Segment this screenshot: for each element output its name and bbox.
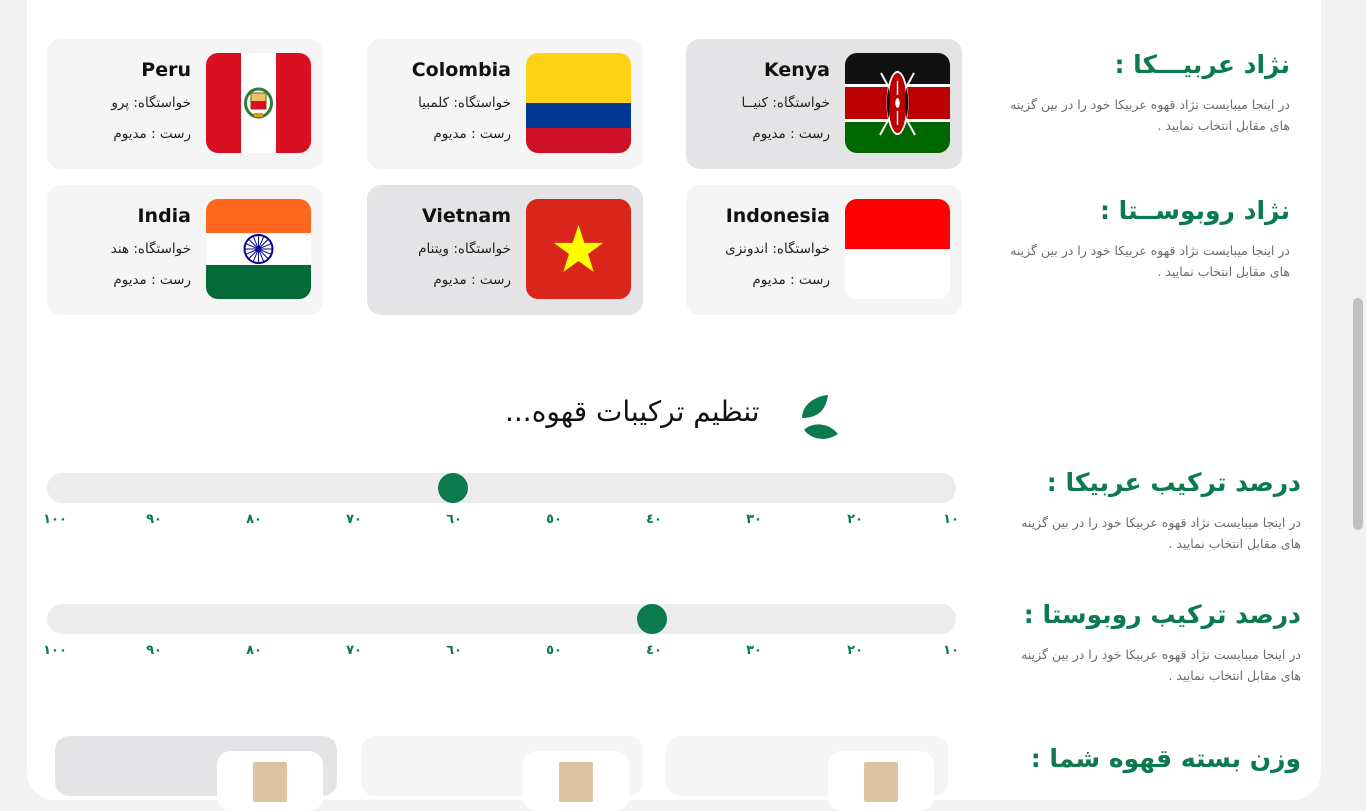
coffee-package-icon bbox=[864, 762, 898, 802]
scale-tick-label: ١٠ bbox=[943, 643, 959, 658]
robusta-race-desc: در اینجا میبایست نژاد قهوه عربیکا خود را… bbox=[1010, 243, 1290, 279]
arabica-percent-desc: در اینجا میبایست نژاد قهوه عربیکا خود را… bbox=[1021, 515, 1301, 551]
scale-tick-label: ٨٠ bbox=[246, 643, 262, 658]
country-card-colombia[interactable]: Colombia خواستگاه: کلمبیا رست : مدیوم bbox=[367, 39, 643, 169]
country-card-indonesia[interactable]: Indonesia خواستگاه: اندونزی رست : مدیوم bbox=[686, 185, 962, 315]
card-roast: رست : مدیوم bbox=[433, 126, 511, 142]
weight-card[interactable] bbox=[666, 736, 948, 811]
arabica-percent-title: درصد ترکیب عربیکا : bbox=[1046, 468, 1301, 497]
scale-tick-label: ١٠٠ bbox=[43, 512, 67, 527]
card-origin: خواستگاه: ویتنام bbox=[418, 241, 511, 257]
card-country-name: India bbox=[137, 205, 191, 227]
scale-tick-label: ٣٠ bbox=[746, 512, 762, 527]
country-card-india[interactable]: India خواستگاه: هند رست : مدیوم bbox=[47, 185, 323, 315]
robusta-percent-desc: در اینجا میبایست نژاد قهوه عربیکا خود را… bbox=[1021, 647, 1301, 683]
weight-card-image bbox=[523, 751, 629, 811]
card-country-name: Indonesia bbox=[725, 205, 830, 227]
arabica-race-title: نژاد عربیـــکا : bbox=[1114, 50, 1290, 79]
india-flag-icon bbox=[206, 199, 311, 299]
robusta-percent-title: درصد ترکیب روبوستا : bbox=[1023, 600, 1301, 629]
scale-tick-label: ٤٠ bbox=[646, 643, 662, 658]
vietnam-flag-icon bbox=[526, 199, 631, 299]
card-country-name: Vietnam bbox=[422, 205, 511, 227]
blend-settings-heading: تنظیم ترکیبات قهوه... bbox=[505, 395, 760, 428]
scale-tick-label: ٢٠ bbox=[847, 643, 863, 658]
country-card-vietnam[interactable]: Vietnam خواستگاه: ویتنام رست : مدیوم bbox=[367, 185, 643, 315]
country-card-peru[interactable]: Peru خواستگاه: پرو رست : مدیوم bbox=[47, 39, 323, 169]
arabica-percent-scale: ١٠٠ ٩٠ ٨٠ ٧٠ ٦٠ ٥٠ ٤٠ ٣٠ ٢٠ ١٠ bbox=[43, 512, 959, 532]
leaf-icon bbox=[798, 392, 840, 446]
card-roast: رست : مدیوم bbox=[433, 272, 511, 288]
colombia-flag-icon bbox=[526, 53, 631, 153]
indonesia-flag-icon bbox=[845, 199, 950, 299]
weight-card-image bbox=[828, 751, 934, 811]
scale-tick-label: ٩٠ bbox=[146, 512, 162, 527]
kenya-flag-icon bbox=[845, 53, 950, 153]
weight-card-image bbox=[217, 751, 323, 811]
page-scrollbar[interactable] bbox=[1350, 0, 1366, 768]
card-origin: خواستگاه: کلمبیا bbox=[418, 95, 511, 111]
card-origin: خواستگاه: اندونزی bbox=[725, 241, 830, 257]
scale-tick-label: ١٠٠ bbox=[43, 643, 67, 658]
robusta-percent-scale: ١٠٠ ٩٠ ٨٠ ٧٠ ٦٠ ٥٠ ٤٠ ٣٠ ٢٠ ١٠ bbox=[43, 643, 959, 663]
weight-card[interactable] bbox=[55, 736, 337, 811]
arabica-percent-slider[interactable] bbox=[47, 473, 956, 503]
scale-tick-label: ٦٠ bbox=[446, 643, 462, 658]
coffee-package-icon bbox=[253, 762, 287, 802]
card-origin: خواستگاه: کنیــا bbox=[741, 95, 830, 111]
coffee-package-icon bbox=[559, 762, 593, 802]
scale-tick-label: ٧٠ bbox=[346, 643, 362, 658]
country-card-kenya[interactable]: Kenya خواستگاه: کنیــا رست : مدیوم bbox=[686, 39, 962, 169]
card-roast: رست : مدیوم bbox=[752, 126, 830, 142]
card-roast: رست : مدیوم bbox=[113, 126, 191, 142]
scale-tick-label: ٢٠ bbox=[847, 512, 863, 527]
scale-tick-label: ٨٠ bbox=[246, 512, 262, 527]
scale-tick-label: ٣٠ bbox=[746, 643, 762, 658]
robusta-percent-slider[interactable] bbox=[47, 604, 956, 634]
card-country-name: Colombia bbox=[411, 59, 511, 81]
scale-tick-label: ٦٠ bbox=[446, 512, 462, 527]
card-roast: رست : مدیوم bbox=[113, 272, 191, 288]
arabica-slider-thumb[interactable] bbox=[438, 473, 469, 503]
scale-tick-label: ٤٠ bbox=[646, 512, 662, 527]
scale-tick-label: ٩٠ bbox=[146, 643, 162, 658]
robusta-slider-thumb[interactable] bbox=[637, 604, 668, 634]
package-weight-title: وزن بسته قهوه شما : bbox=[1030, 744, 1301, 773]
weight-card[interactable] bbox=[361, 736, 643, 811]
scale-tick-label: ٥٠ bbox=[546, 512, 562, 527]
card-country-name: Kenya bbox=[763, 59, 830, 81]
scrollbar-thumb[interactable] bbox=[1353, 298, 1363, 530]
card-country-name: Peru bbox=[141, 59, 191, 81]
peru-flag-icon bbox=[206, 53, 311, 153]
scale-tick-label: ١٠ bbox=[943, 512, 959, 527]
card-roast: رست : مدیوم bbox=[752, 272, 830, 288]
robusta-race-title: نژاد روبوســتا : bbox=[1099, 196, 1290, 225]
scale-tick-label: ٥٠ bbox=[546, 643, 562, 658]
card-origin: خواستگاه: پرو bbox=[111, 95, 191, 111]
scale-tick-label: ٧٠ bbox=[346, 512, 362, 527]
arabica-race-desc: در اینجا میبایست نژاد قهوه عربیکا خود را… bbox=[1010, 97, 1290, 133]
card-origin: خواستگاه: هند bbox=[110, 241, 191, 257]
